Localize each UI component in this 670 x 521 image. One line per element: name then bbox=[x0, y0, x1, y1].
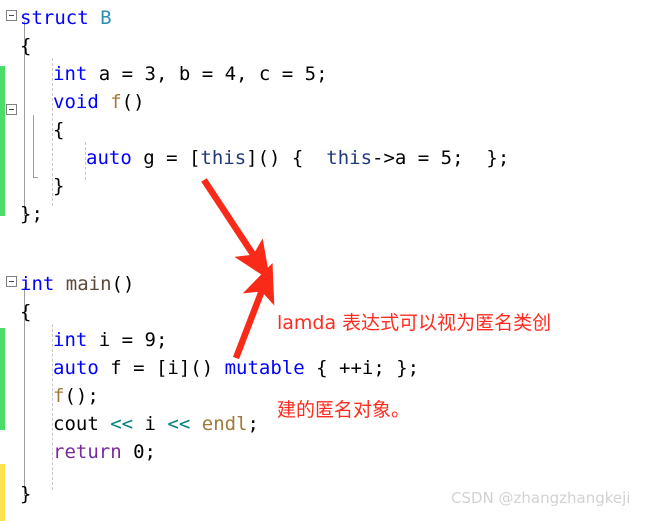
code-token: << bbox=[110, 413, 134, 435]
code-line-5[interactable]: { bbox=[53, 116, 64, 144]
code-line-4[interactable]: void f() bbox=[53, 88, 145, 116]
code-token: i bbox=[133, 413, 168, 435]
csdn-watermark: CSDN @zhangzhangkeji bbox=[451, 489, 631, 507]
code-token: i = 9; bbox=[87, 329, 168, 351]
code-line-8[interactable]: }; bbox=[20, 200, 43, 228]
annotation-text: lamda 表达式可以视为匿名类创 建的匿名对象。 bbox=[277, 251, 551, 483]
code-token: this bbox=[326, 147, 373, 169]
code-token: int bbox=[53, 329, 88, 351]
code-token: int bbox=[20, 273, 55, 295]
code-token: () bbox=[121, 91, 145, 113]
code-line-18[interactable]: } bbox=[20, 480, 31, 508]
code-token: B bbox=[100, 7, 112, 29]
code-line-7[interactable]: } bbox=[53, 172, 64, 200]
code-token: return bbox=[53, 441, 122, 463]
code-token: main bbox=[65, 273, 112, 295]
code-line-11[interactable]: int main() bbox=[20, 270, 134, 298]
code-line-17[interactable]: return 0; bbox=[53, 438, 156, 466]
code-token: cout bbox=[53, 413, 111, 435]
code-token: (); bbox=[64, 385, 99, 407]
code-token: this bbox=[200, 147, 247, 169]
code-token: a = 3, b = 4, c = 5; bbox=[87, 63, 328, 85]
code-line-2[interactable]: { bbox=[20, 32, 31, 60]
code-line-15[interactable]: f(); bbox=[53, 382, 99, 410]
code-token: int bbox=[53, 63, 88, 85]
code-line-6[interactable]: auto g = [this]() { this->a = 5; }; bbox=[86, 144, 509, 172]
code-line-16[interactable]: cout << i << endl; bbox=[53, 410, 259, 438]
code-token: << bbox=[167, 413, 191, 435]
code-token: g = [ bbox=[131, 147, 201, 169]
code-token: } bbox=[53, 175, 65, 197]
code-token: ->a = 5; }; bbox=[372, 147, 510, 169]
code-token: }; bbox=[20, 203, 43, 225]
code-token: struct bbox=[20, 7, 101, 29]
code-token: } bbox=[20, 483, 32, 505]
code-token: () bbox=[111, 273, 135, 295]
annotation-text-line-1: lamda 表达式可以视为匿名类创 bbox=[277, 312, 552, 334]
code-token: endl bbox=[201, 413, 248, 435]
code-line-1[interactable]: struct B bbox=[20, 4, 112, 32]
code-line-12[interactable]: { bbox=[20, 298, 31, 326]
annotation-text-line-2: 建的匿名对象。 bbox=[277, 399, 411, 421]
code-token: ]() { bbox=[246, 147, 327, 169]
code-line-3[interactable]: int a = 3, b = 4, c = 5; bbox=[53, 60, 328, 88]
code-token: { bbox=[53, 119, 65, 141]
code-token: { bbox=[20, 301, 32, 323]
code-token: f = [i]() bbox=[98, 357, 225, 379]
code-token: ; bbox=[247, 413, 259, 435]
code-token: 0; bbox=[121, 441, 156, 463]
code-token: void bbox=[53, 91, 99, 113]
code-token: f bbox=[53, 385, 65, 407]
code-editor-screenshot: struct B{int a = 3, b = 4, c = 5; void f(… bbox=[0, 0, 670, 521]
code-token: { bbox=[20, 35, 32, 57]
code-token: auto bbox=[86, 147, 132, 169]
code-token: auto bbox=[53, 357, 99, 379]
code-line-13[interactable]: int i = 9; bbox=[53, 326, 167, 354]
code-token: f bbox=[110, 91, 122, 113]
